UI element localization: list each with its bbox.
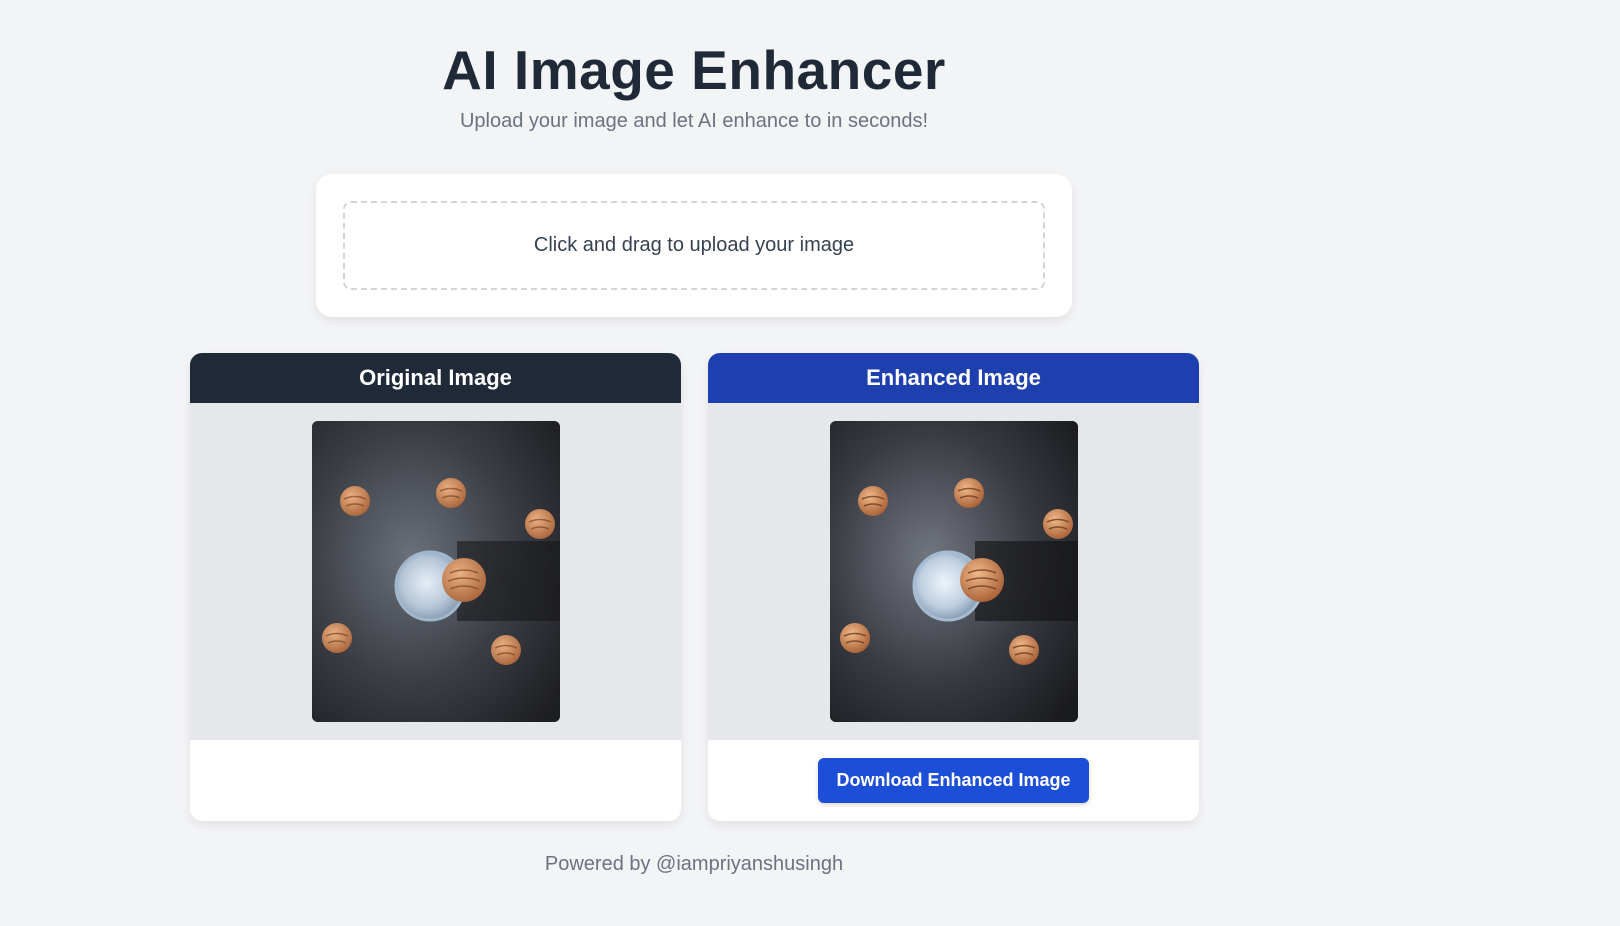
enhanced-image-area (708, 403, 1199, 740)
app-root: AI Image Enhancer Upload your image and … (0, 0, 1620, 926)
enhanced-image-panel: Enhanced Image Download Enhanced Image (708, 353, 1199, 821)
upload-label: Click and drag to upload your image (533, 234, 855, 256)
footer-credit: Powered by @iampriyanshusingh (544, 853, 844, 875)
enhanced-image (829, 421, 1078, 722)
upload-card: Click and drag to upload your image (316, 174, 1072, 317)
enhanced-image-header: Enhanced Image (708, 353, 1199, 403)
original-image-footer (190, 740, 681, 821)
page-title: AI Image Enhancer (442, 39, 946, 101)
page-subtitle: Upload your image and let AI enhance to … (459, 110, 929, 132)
original-image-area (190, 403, 681, 740)
original-image-header: Original Image (190, 353, 681, 403)
original-image (311, 421, 560, 722)
cookies-photo-enhanced (829, 421, 1078, 722)
upload-dropzone[interactable]: Click and drag to upload your image (343, 201, 1045, 290)
download-enhanced-button[interactable]: Download Enhanced Image (818, 758, 1089, 803)
enhanced-image-footer: Download Enhanced Image (708, 740, 1199, 821)
cookies-photo (311, 421, 560, 722)
original-image-panel: Original Image (190, 353, 681, 821)
